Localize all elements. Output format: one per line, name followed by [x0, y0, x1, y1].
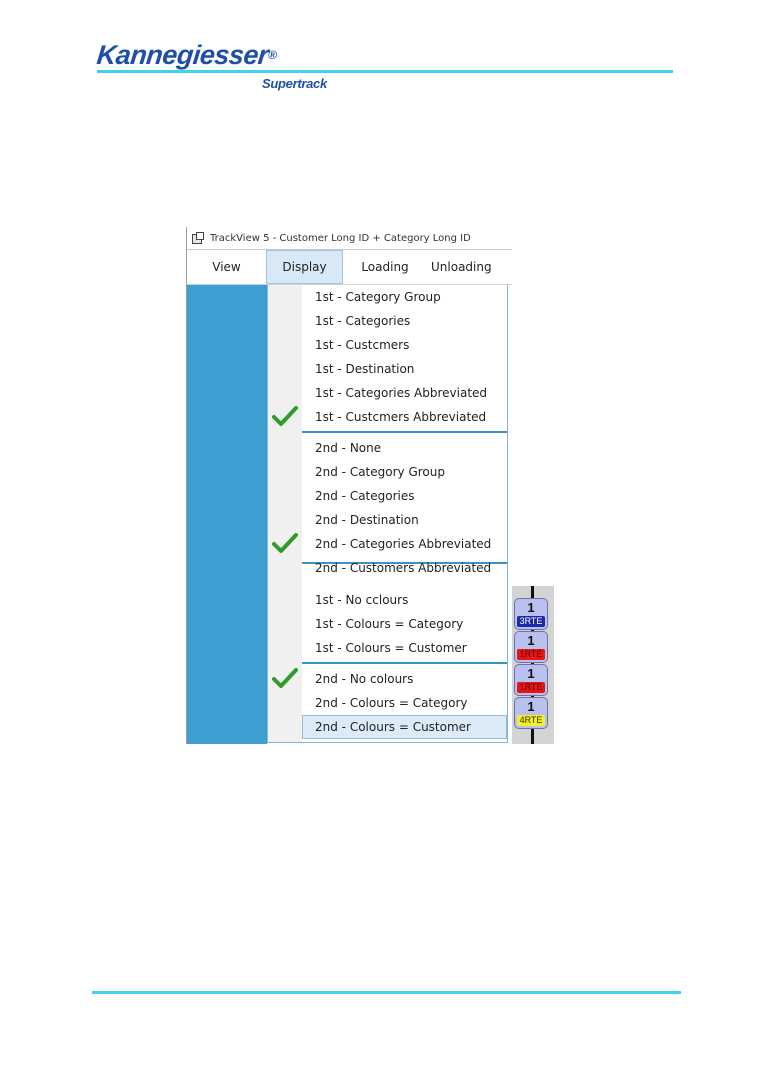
menu-option[interactable]: 1st - Destination: [302, 357, 507, 381]
window-title: TrackView 5 - Customer Long ID + Categor…: [210, 232, 471, 244]
display-dropdown-menu: 1st - Category Group 1st - Categories 1st …: [267, 285, 508, 743]
slot-label: 4RTE: [517, 715, 545, 726]
trackview-window: TrackView 5 - Customer Long ID + Categor…: [186, 227, 512, 744]
window-titlebar[interactable]: TrackView 5 - Customer Long ID + Categor…: [187, 227, 512, 250]
kannegiesser-logo: Kannegiesser®: [95, 40, 278, 70]
menu-option[interactable]: 2nd - No colours: [302, 667, 507, 691]
menu-option[interactable]: 1st - Custcmers: [302, 333, 507, 357]
slot-count: 1: [527, 600, 535, 615]
menu-bar: View Display Loading Unloading: [187, 250, 512, 285]
menu-separator: [302, 431, 507, 433]
slot-label: 1RTE: [517, 682, 545, 693]
menu-display[interactable]: Display: [266, 250, 343, 284]
slot-label: 1RTE: [517, 649, 545, 660]
menu-option[interactable]: 2nd - Customers Abbreviated: [302, 556, 507, 580]
track-view-panel: [187, 285, 267, 744]
menu-option[interactable]: 2nd - Colours = Customer: [302, 715, 507, 739]
carousel-slot[interactable]: 1 3RTE: [514, 598, 548, 630]
menu-option[interactable]: 2nd - None: [302, 436, 507, 460]
slot-count: 1: [527, 666, 535, 681]
dropdown-items: 1st - Category Group 1st - Categories 1st …: [302, 285, 507, 742]
menu-option[interactable]: 1st - Categories Abbreviated: [302, 381, 507, 405]
menu-separator: [302, 662, 507, 664]
checkmark-icon: [272, 533, 298, 553]
menu-option[interactable]: 1st - Colours = Category: [302, 612, 507, 636]
footer-divider: [92, 991, 681, 994]
menu-option[interactable]: 2nd - Categories: [302, 484, 507, 508]
menu-unloading[interactable]: Unloading: [427, 250, 512, 284]
carousel-strip: 1 3RTE 1 1RTE 1 1RTE 1 4RTE: [512, 586, 554, 744]
slot-label: 3RTE: [517, 616, 545, 627]
menu-option[interactable]: 2nd - Destination: [302, 508, 507, 532]
supertrack-label: Supertrack: [262, 76, 327, 91]
menu-option[interactable]: 1st - Custcmers Abbreviated: [302, 405, 507, 429]
carousel-slot[interactable]: 1 1RTE: [514, 664, 548, 696]
slot-count: 1: [527, 633, 535, 648]
carousel-slot[interactable]: 1 1RTE: [514, 631, 548, 663]
menu-loading[interactable]: Loading: [343, 250, 427, 284]
app-window-icon: [192, 232, 204, 244]
menu-option[interactable]: 2nd - Categories Abbreviated: [302, 532, 507, 556]
checkmark-icon: [272, 668, 298, 688]
menu-view[interactable]: View: [187, 250, 266, 284]
menu-option[interactable]: 1st - Category Group: [302, 285, 507, 309]
header-divider: [97, 70, 673, 73]
checkmark-icon: [272, 406, 298, 426]
menu-option[interactable]: 1st - No cclours: [302, 588, 507, 612]
logo-text: Kannegiesser: [95, 40, 270, 70]
menu-option[interactable]: 1st - Colours = Customer: [302, 636, 507, 660]
menu-option[interactable]: 2nd - Category Group: [302, 460, 507, 484]
menu-option[interactable]: 2nd - Colours = Category: [302, 691, 507, 715]
slot-count: 1: [527, 699, 535, 714]
carousel-slot[interactable]: 1 4RTE: [514, 697, 548, 729]
registered-mark: ®: [267, 48, 278, 62]
check-column: [268, 285, 302, 742]
menu-option[interactable]: 1st - Categories: [302, 309, 507, 333]
